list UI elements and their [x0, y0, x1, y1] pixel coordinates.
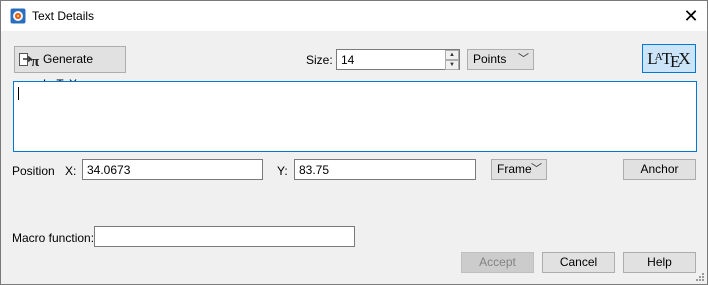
cancel-button[interactable]: Cancel	[542, 252, 615, 273]
spin-up-icon[interactable]: ▲	[445, 50, 459, 60]
position-label: Position	[12, 164, 55, 178]
frame-select[interactable]: Frame ﹀	[491, 159, 547, 180]
generate-latex-icon: π	[19, 53, 40, 69]
help-button[interactable]: Help	[623, 252, 696, 273]
close-icon[interactable]: ✕	[677, 4, 705, 28]
app-icon	[10, 8, 26, 24]
y-label: Y:	[277, 164, 288, 178]
title-bar: Text Details ✕	[1, 1, 707, 31]
units-select[interactable]: Points ﹀	[467, 49, 534, 70]
size-label: Size:	[306, 53, 333, 67]
size-spinner[interactable]: ▲ ▼	[445, 50, 459, 70]
chevron-down-icon: ﹀	[518, 53, 529, 65]
macro-function-input[interactable]	[94, 226, 355, 247]
latex-logo-e: E	[670, 52, 681, 71]
text-editor[interactable]	[13, 81, 697, 152]
macro-function-label: Macro function:	[12, 231, 95, 245]
accept-button[interactable]: Accept	[461, 252, 534, 273]
x-position-input[interactable]	[82, 159, 263, 180]
text-details-dialog: Text Details ✕ π Generate LaTeX Size: ▲ …	[0, 0, 708, 285]
latex-toggle-button[interactable]: LATEX	[642, 44, 696, 73]
resize-grip-icon[interactable]	[695, 272, 705, 282]
latex-logo-x: X	[678, 49, 691, 68]
latex-logo-a: A	[654, 51, 663, 63]
text-caret	[18, 87, 19, 100]
y-position-input[interactable]	[294, 159, 476, 180]
window-title: Text Details	[32, 9, 95, 23]
spin-down-icon[interactable]: ▼	[445, 60, 459, 70]
frame-select-value: Frame	[497, 162, 532, 176]
units-select-value: Points	[473, 52, 507, 66]
size-input[interactable]	[336, 49, 460, 70]
chevron-down-icon: ﹀	[531, 163, 542, 175]
x-label: X:	[65, 164, 77, 178]
svg-text:π: π	[31, 54, 40, 69]
generate-latex-button[interactable]: π Generate LaTeX	[14, 46, 126, 91]
anchor-button[interactable]: Anchor	[623, 159, 696, 180]
